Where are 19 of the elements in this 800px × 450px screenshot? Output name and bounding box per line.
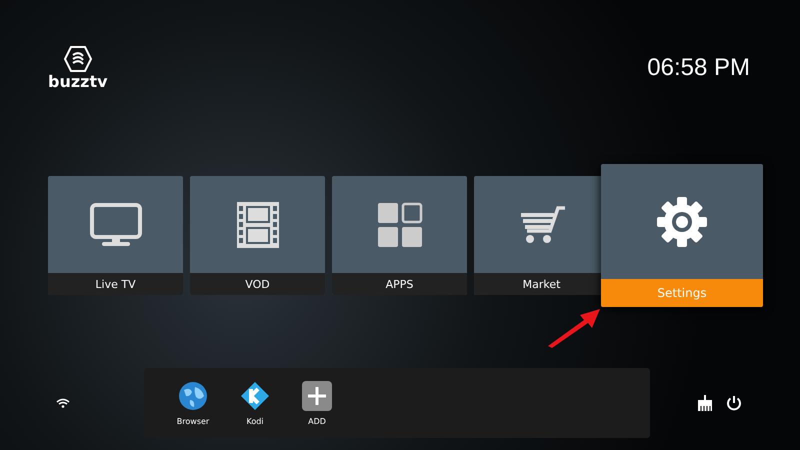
dock-app[interactable]: Kodi xyxy=(232,380,278,426)
monitor-icon xyxy=(90,202,142,246)
menu-tile[interactable]: VOD xyxy=(190,176,325,295)
logo-icon xyxy=(64,46,92,72)
dock-app[interactable]: ADD xyxy=(294,380,340,426)
menu-tile[interactable]: APPS xyxy=(332,176,467,295)
logo-wordmark: buzztv xyxy=(48,74,108,90)
power-icon[interactable] xyxy=(726,395,742,411)
dock-app[interactable]: Browser xyxy=(170,380,216,426)
add-icon xyxy=(302,380,332,410)
globe-icon xyxy=(178,380,208,410)
broom-icon[interactable] xyxy=(696,395,714,411)
grid-icon xyxy=(376,202,422,248)
film-strip-icon xyxy=(236,200,280,248)
wifi-icon[interactable] xyxy=(56,398,70,408)
menu-tile[interactable]: Live TV xyxy=(48,176,183,295)
clock: 06:58 PM xyxy=(647,54,750,82)
settings-icon xyxy=(656,196,708,248)
kodi-icon xyxy=(240,380,270,410)
